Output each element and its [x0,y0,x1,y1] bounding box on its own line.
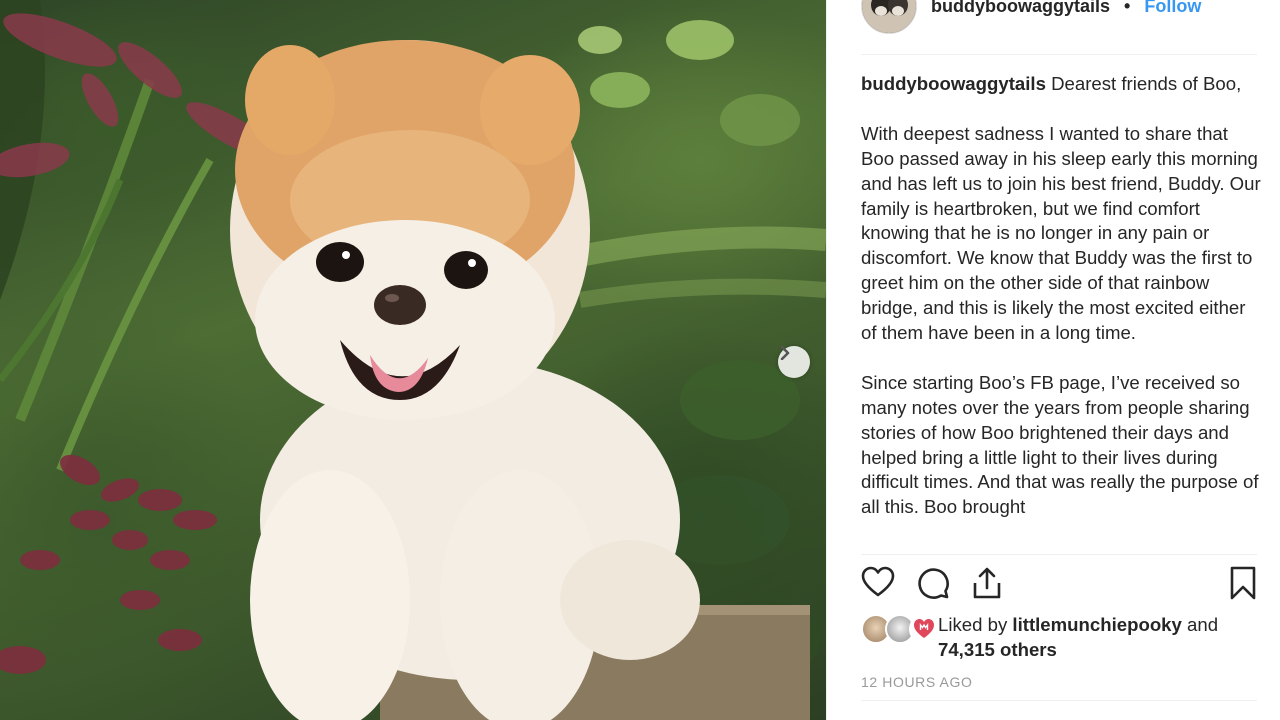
caption-paragraph: With deepest sadness I wanted to share t… [861,122,1261,344]
post-timestamp[interactable]: 12 HOURS AGO [861,674,972,690]
liker-avatar[interactable] [909,614,939,644]
likes-mid: and [1181,614,1219,635]
post-photo[interactable] [0,0,826,720]
chevron-right-icon [780,346,790,360]
post-side-panel: buddyboowaggytails • Follow buddyboowagg… [826,0,1280,720]
liker-username[interactable]: littlemunchiepooky [1012,614,1181,635]
footer-divider [861,700,1257,701]
avatar-image [862,0,916,33]
separator-dot: • [1124,0,1131,16]
author-username[interactable]: buddyboowaggytails [931,0,1110,17]
caption-divider [861,554,1257,555]
bookmark-icon [1230,566,1256,600]
header-divider [861,54,1257,55]
likes-count[interactable]: 74,315 others [938,639,1057,660]
comment-button[interactable] [916,566,950,605]
caption-paragraph: Since starting Boo’s FB page, I’ve recei… [861,371,1259,518]
caption-username[interactable]: buddyboowaggytails [861,73,1046,94]
author-avatar[interactable] [861,0,917,34]
caption-intro: buddyboowaggytails Dearest friends of Bo… [861,72,1261,97]
caption-intro-text: Dearest friends of Boo, [1045,73,1242,94]
post-actions [861,566,1257,604]
save-button[interactable] [1229,566,1257,605]
like-button[interactable] [861,566,895,603]
post-caption: buddyboowaggytails Dearest friends of Bo… [861,72,1261,554]
share-icon [973,567,1001,599]
likes-prefix: Liked by [938,614,1013,635]
likes-text: Liked by littlemunchiepooky and 74,315 o… [938,612,1268,662]
comment-icon [918,568,949,599]
pomeranian-dog-image [0,0,826,720]
heart-logo-icon [914,619,934,638]
heart-icon [861,566,895,597]
liker-avatars [861,614,941,644]
next-photo-button[interactable] [778,346,810,378]
share-button[interactable] [971,566,1003,605]
post-header: buddyboowaggytails • Follow [861,0,1201,34]
follow-button[interactable]: Follow [1144,0,1201,17]
